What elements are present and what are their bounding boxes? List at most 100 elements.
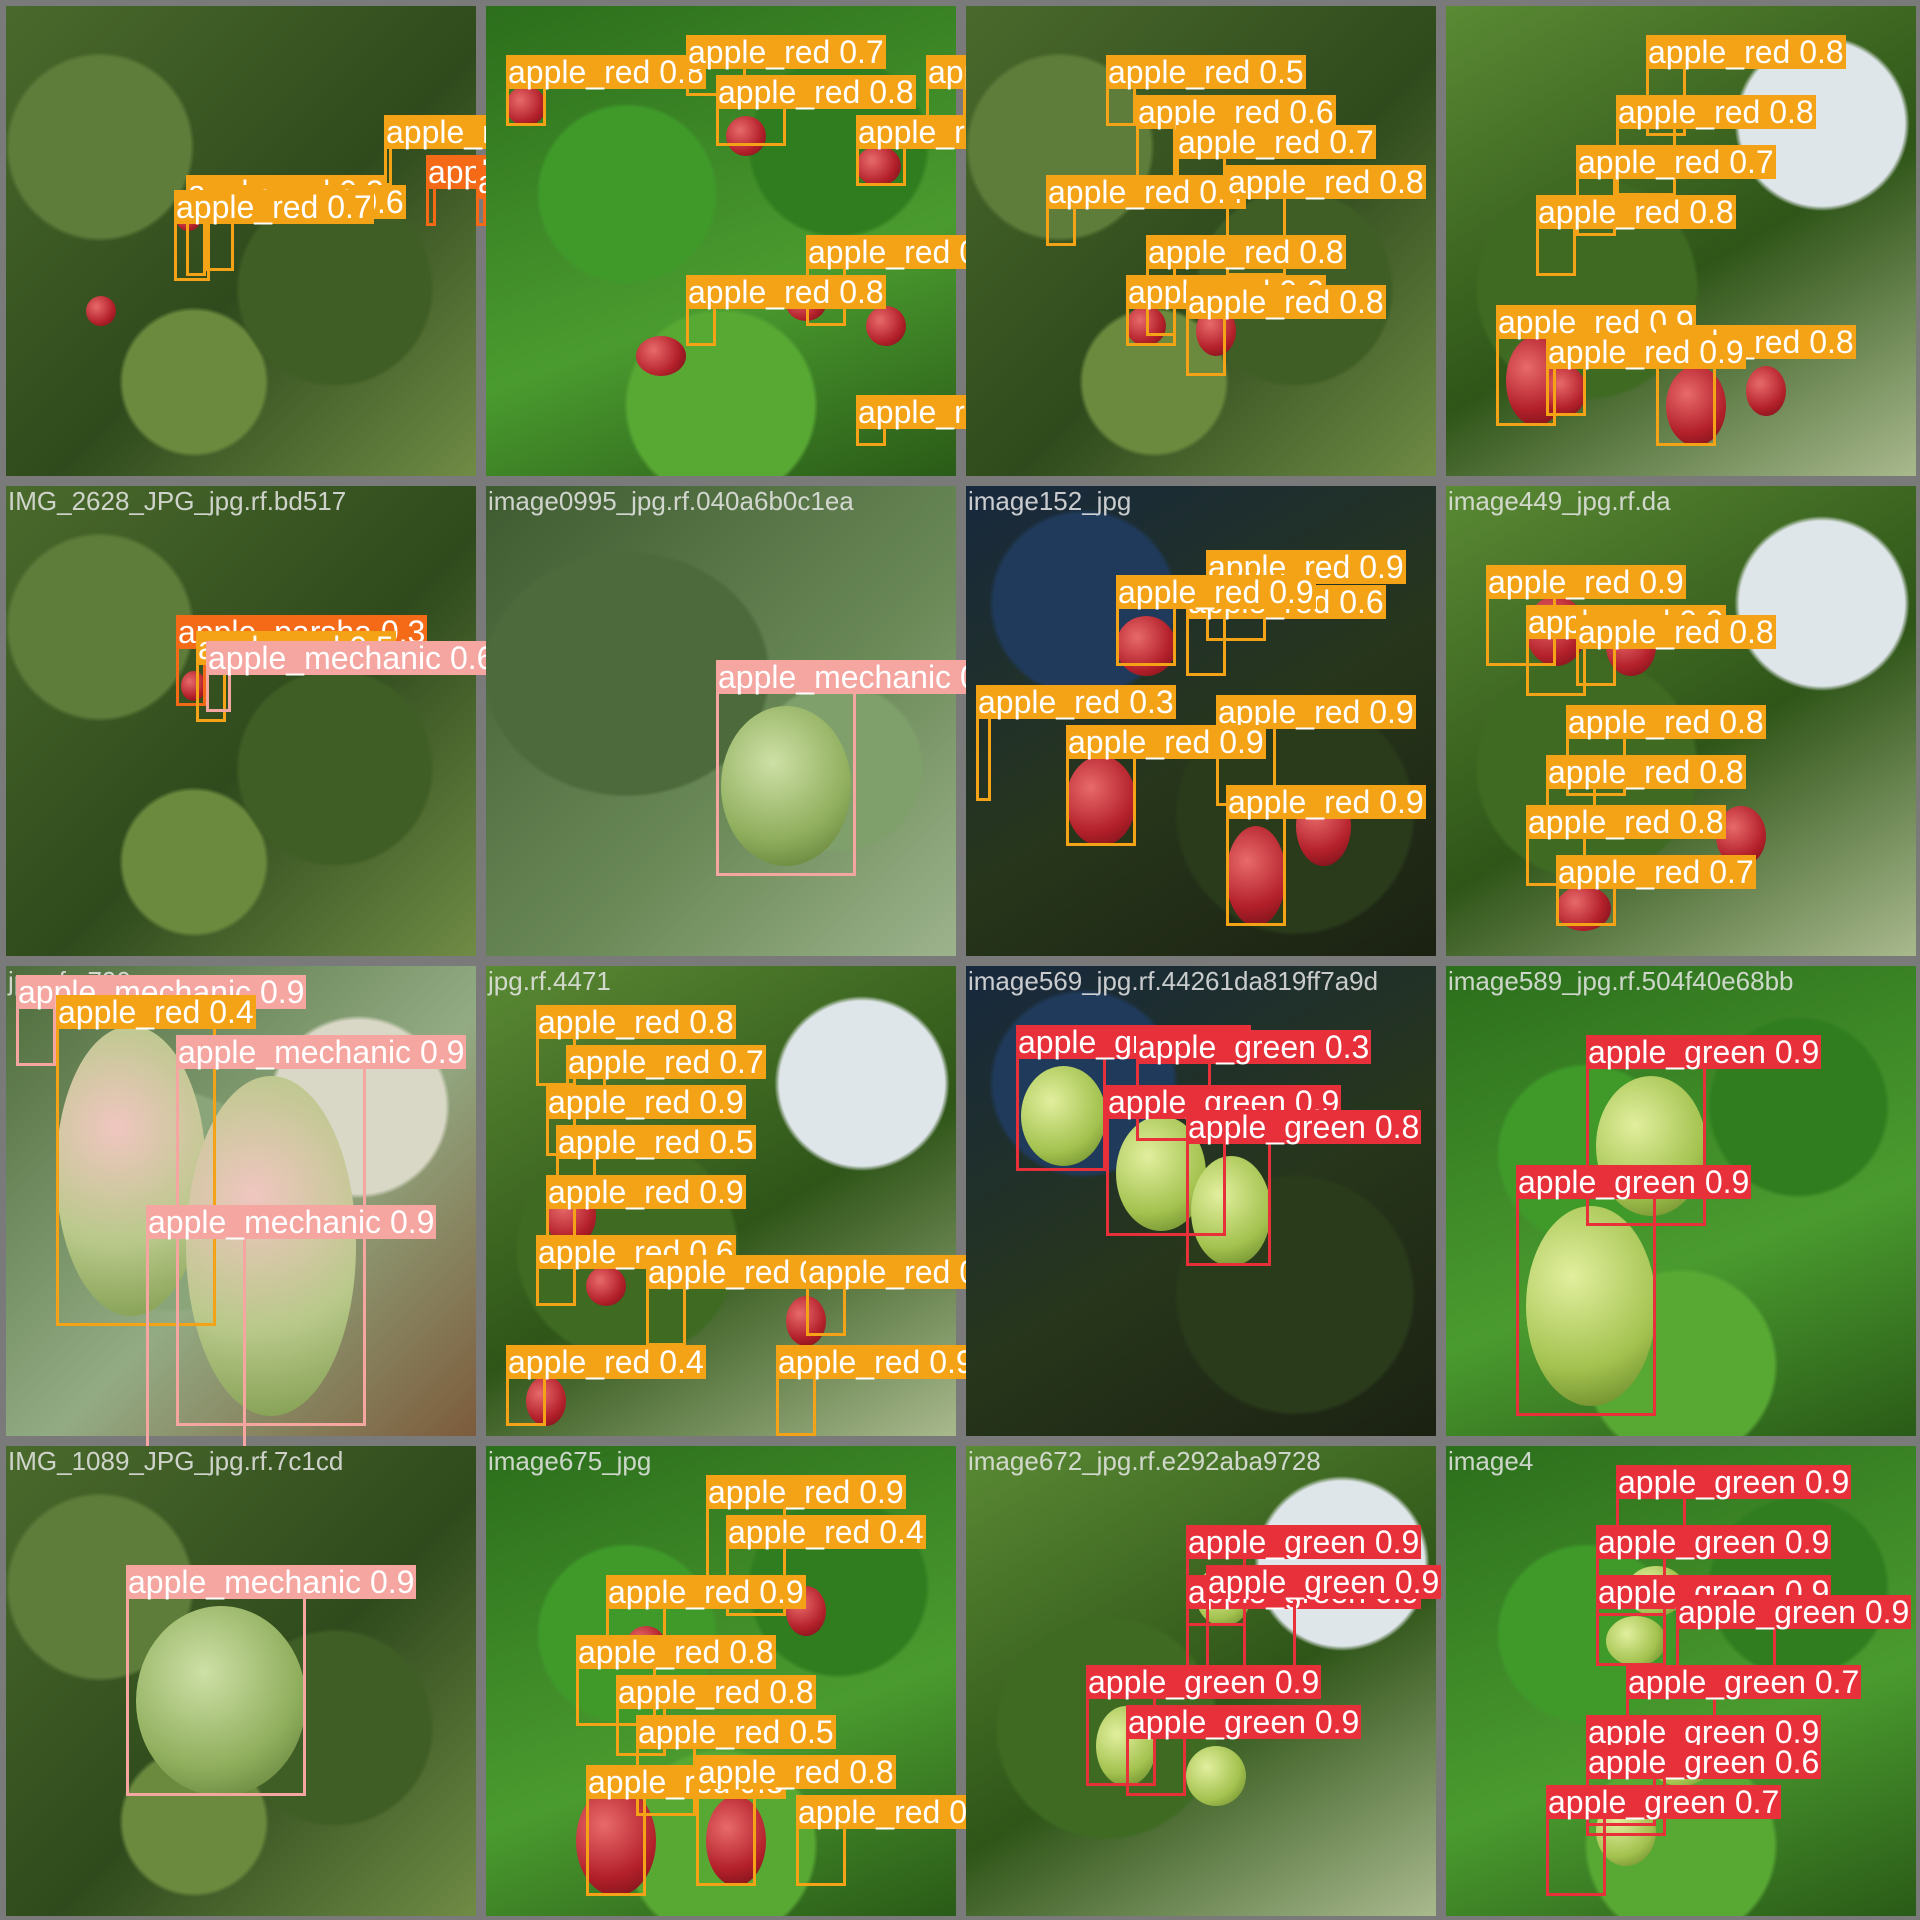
detection-label: apple_red 0.8 [536,1004,736,1040]
detection-box: apple_red 0.4 [1046,175,1246,246]
mosaic-tile: jpg.rf.e790apple_mechanic 0.9apple_red 0… [6,966,476,1536]
detection-label: apple_red 0.8 [506,54,706,90]
detection-label: apple_red 0.7 [566,1044,766,1080]
detection-label: apple_red 0.4 [56,994,256,1030]
mosaic-tile: image569_jpg.rf.44261da819ff7a9d apple_gr… [966,966,1436,1436]
detection-label: apple_red 0.5 [556,1124,756,1160]
detection-label: apple_red 0.9 [1066,724,1266,760]
tile-filename: image589_jpg.rf.504f40e68bb [1448,966,1794,996]
mosaic-tile: image589_jpg.rf.504f40e68bb apple_green 0… [1446,966,1916,1436]
detection-label: apple_green 0.9 [1206,1564,1442,1600]
detection-box: apple_red 0.8 [1576,615,1776,686]
detection-box: apple_red 0.6 [536,1235,736,1306]
detection-label: apple_red 0.8 [716,74,916,110]
tile-filename: image569_jpg.rf.44261da819ff7a9d [968,966,1379,996]
detection-label: apple_green 0.6 [1586,1744,1822,1780]
detection-box: apple_red 0.8 [686,275,886,346]
detection-box: apple_red 0.6 [1126,275,1326,346]
detection-label: apple_red 0.8 [1226,164,1426,200]
detection-label: apple_red 0.9 [1486,564,1686,600]
mosaic-tile: image672_jpg.rf.e292aba9728 apple_green 0… [966,1446,1442,1916]
detection-box: apple_red 0.7 [174,190,374,281]
detection-label: apple_red 0.9 [546,1084,746,1120]
detection-label: apple_red 0.9 [1226,784,1426,820]
detection-label: apple_red 0.8 [1646,34,1846,70]
detection-label: apple_red 0.8 [1526,804,1726,840]
detection-box: apple_red 0.8 [506,55,706,126]
detection-box: apple_red 0.8 [696,1755,896,1886]
detection-label: apple_red 0.8 [1566,704,1766,740]
detection-box: apple_red 0.4 [506,1345,706,1426]
mosaic-tile: IMG_1089_JPG_jpg.rf.7c1cd apple_mechanic … [6,1446,476,1916]
detection-mosaic: apple_red 0.5 apple_red 0.3 apple_parsha 0… [0,0,1920,1920]
detection-label: apple_red 0.4 [726,1514,926,1550]
detection-box: apple_parsha 0.7 [426,155,678,226]
mosaic-tile: apple_red 0.5apple_red 0.3apple_parsha 0… [6,6,728,476]
detection-label: apple_red 0.8 [696,1754,896,1790]
detection-box: apple_red 0.9 [1226,785,1426,926]
detection-label: apple_red 0.5 [1106,54,1306,90]
detection-label: apple_red 0.7 [1176,124,1376,160]
detection-box: apple_mechanic 0.9 [716,660,1007,876]
detection-label: apple_red 0.8 [1146,234,1346,270]
detection-label: apple_red 0.8 [1536,194,1736,230]
tile-filename: image152_jpg [968,486,1132,516]
tile-filename: image449_jpg.rf.da [1448,486,1671,516]
mosaic-tile: jpg.rf.4471 apple_red 0.8 apple_red 0.7 app… [486,966,1006,1436]
detection-label: apple_green 0.8 [1186,1109,1422,1145]
detection-box: apple_red 0.8 [856,115,1056,186]
mosaic-tile: image675_jpg apple_red 0.9 apple_red 0.4 ap… [486,1446,996,1916]
detection-label: apple_red 0.9 [1116,574,1316,610]
detection-label: apple_red 0.7 [1556,854,1756,890]
detection-box: apple_red 0.8 [856,395,1056,446]
detection-label: apple_red 0.9 [546,1174,746,1210]
detection-box: apple_mechanic 0.9 [126,1565,417,1796]
detection-label: apple_red 0.9 [776,1344,976,1380]
tile-filename: image675_jpg [488,1446,652,1476]
detection-label: apple_green 0.9 [1186,1524,1422,1560]
mosaic-tile: image0995_jpg.rf.040a6b0c1ea apple_mechan… [486,486,1007,956]
detection-label: apple_green 0.9 [1596,1524,1832,1560]
detection-box: apple_red 0.6 [1186,585,1386,676]
tile-filename: image0995_jpg.rf.040a6b0c1ea [488,486,854,516]
detection-box: apple_red 0.8 [806,1255,1006,1336]
detection-label: apple_red 0.7 [686,34,886,70]
detection-label: apple_mechanic 0.9 [146,1204,437,1240]
detection-label: apple_mechanic 0.9 [716,659,1007,695]
tile-filename: IMG_1089_JPG_jpg.rf.7c1cd [8,1446,344,1476]
detection-label: apple_green 0.3 [1136,1029,1372,1065]
detection-label: apple_red 0.7 [1576,144,1776,180]
detection-label: apple_red 0.5 [636,1714,836,1750]
tile-photo [6,486,476,956]
detection-label: apple_red 0.4 [506,1344,706,1380]
detection-label: apple_red 0.9 [706,1474,906,1510]
detection-label: apple_red 0.8 [576,1634,776,1670]
tile-filename: image4 [1448,1446,1534,1476]
detection-box: apple_red 0.9 [1066,725,1266,846]
detection-box: apple_red 0.7 [1556,855,1756,926]
detection-box: apple_red 0.8 [796,1795,996,1886]
detection-label: apple_red 0.8 [1186,284,1386,320]
apple-fruit [86,296,116,326]
detection-box: apple_red 0.9 [1546,335,1746,416]
detection-box: apple_green 0.9 [1016,1025,1252,1171]
detection-label: apple_green 0.9 [1516,1164,1752,1200]
detection-label: apple_red 0.8 [1546,754,1746,790]
detection-box: apple_red 0.8 [1536,195,1736,276]
detection-box: apple_red 0.8 [716,75,916,146]
mosaic-tile: apple_red 0.8 apple_red 0.8 apple_red 0.7 a… [1446,6,1916,476]
mosaic-tile: image152_jpgapple_red 0.9apple_red 0.6ap… [966,486,1436,956]
detection-label: apple_red 0.8 [1616,94,1816,130]
detection-label: apple_red 0.9 [606,1574,806,1610]
tile-photo [6,6,476,476]
detection-label: apple_red 0.8 [686,274,886,310]
mosaic-tile: IMG_2628_JPG_jpg.rf.bd517apple_parsha 0.… [6,486,497,956]
detection-box: apple_red 0.5 [1106,55,1306,126]
detection-label: apple_green 0.9 [1086,1664,1322,1700]
detection-box: apple_green 0.9 [1126,1705,1362,1796]
apple-fruit [1746,366,1786,416]
detection-label: apple_red 0.3 [976,684,1176,720]
detection-box: apple_red 0.9 [776,1345,976,1436]
detection-box: apple_mechanic 0.9 [16,975,307,1066]
apple-fruit [636,336,686,376]
